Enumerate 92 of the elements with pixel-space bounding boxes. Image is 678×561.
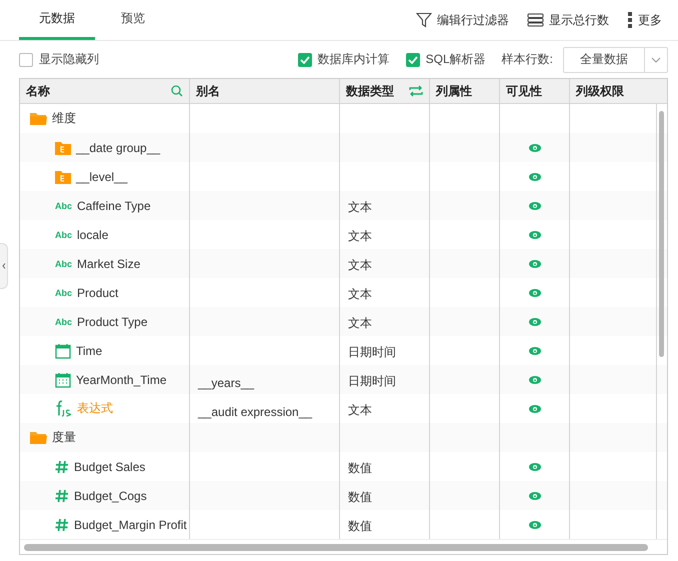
hierarchy-icon (55, 169, 71, 184)
table-row[interactable]: Budget_Cogs 数值 (20, 481, 667, 510)
sample-rows-dropdown[interactable]: 全量数据 (563, 46, 668, 72)
more-icon (627, 12, 633, 28)
field-name: YearMonth_Time (76, 372, 166, 386)
column-title: 列级权限 (576, 82, 624, 100)
data-type-text: 文本 (348, 228, 372, 245)
toolbar-button[interactable]: 编辑行过滤器 (416, 12, 509, 28)
alias-text: __years__ (198, 374, 254, 390)
chevron-left-icon (2, 263, 6, 269)
field-name: Caffeine Type (77, 198, 151, 212)
column-title: 名称 (26, 82, 50, 100)
vertical-scrollbar[interactable] (659, 111, 664, 357)
data-type-text: 文本 (348, 286, 372, 303)
field-name: Budget_Cogs (74, 488, 147, 502)
data-type-text: 数值 (348, 518, 372, 535)
field-name: 表达式 (77, 400, 113, 417)
field-name: Budget_Margin Profit (74, 518, 187, 532)
hash-icon (55, 460, 69, 474)
field-name: 度量 (52, 429, 76, 446)
sql-parser-checkbox[interactable] (406, 52, 420, 66)
table-row[interactable]: Abc Market Size 文本 (20, 249, 667, 278)
rows-icon (527, 13, 544, 27)
hash-icon (55, 488, 69, 502)
table-row[interactable]: 度量 (20, 423, 667, 452)
data-type-text: 数值 (348, 489, 372, 506)
eye-icon[interactable] (528, 376, 540, 384)
checkbox-label: SQL解析器 (426, 51, 486, 68)
table-row[interactable]: Abc Caffeine Type 文本 (20, 191, 667, 220)
data-type-text: 文本 (348, 199, 372, 216)
toolbar-button[interactable]: 显示总行数 (527, 12, 609, 28)
data-type-text: 日期时间 (348, 344, 396, 361)
folder-icon (30, 112, 47, 125)
tab[interactable]: 元数据 (19, 0, 95, 40)
eye-icon[interactable] (528, 288, 540, 296)
swap-icon[interactable] (409, 85, 423, 97)
eye-icon[interactable] (528, 520, 540, 528)
field-name: 维度 (52, 110, 76, 127)
hash-icon (55, 518, 69, 532)
column-title: 数据类型 (346, 82, 394, 100)
eye-icon[interactable] (528, 346, 540, 354)
tab[interactable]: 预览 (95, 0, 171, 40)
data-type-text: 文本 (348, 315, 372, 332)
collapse-panel-button[interactable] (0, 243, 8, 289)
field-name: locale (77, 228, 108, 242)
text-type-label: Abc (55, 288, 72, 298)
chevron-down-icon (651, 56, 661, 62)
field-name: Time (76, 344, 102, 358)
field-name: Market Size (77, 256, 140, 270)
eye-icon[interactable] (528, 230, 540, 238)
field-name: __date group__ (76, 140, 160, 154)
eye-icon[interactable] (528, 492, 540, 500)
folder-icon (30, 431, 47, 444)
calendar-icon (55, 342, 71, 358)
eye-icon[interactable] (528, 462, 540, 470)
alias-text: __audit expression__ (198, 404, 312, 418)
column-title: 别名 (196, 82, 220, 100)
data-type-text: 文本 (348, 402, 372, 419)
horizontal-scrollbar[interactable] (24, 544, 648, 550)
field-name: Product (77, 286, 118, 300)
checkbox-label: 显示隐藏列 (39, 51, 99, 68)
table-row[interactable]: __date group__ (20, 133, 667, 162)
eye-icon[interactable] (528, 172, 540, 180)
filter-icon (416, 12, 432, 28)
toolbar-button[interactable]: 更多 (627, 12, 662, 28)
data-type-text: 日期时间 (348, 373, 396, 390)
eye-icon[interactable] (528, 318, 540, 326)
eye-icon[interactable] (528, 144, 540, 152)
function-icon (55, 400, 72, 417)
table-row[interactable]: Abc Product Type 文本 (20, 307, 667, 336)
eye-icon[interactable] (528, 260, 540, 268)
text-type-label: Abc (55, 200, 72, 210)
show-hidden-checkbox[interactable] (19, 52, 33, 66)
text-type-label: Abc (55, 230, 72, 240)
field-name: Product Type (77, 314, 148, 328)
sample-rows-label: 样本行数: (502, 51, 553, 68)
search-icon[interactable] (171, 85, 183, 97)
table-row[interactable]: YearMonth_Time __years__ 日期时间 (20, 365, 667, 394)
text-type-label: Abc (55, 316, 72, 326)
eye-icon[interactable] (528, 404, 540, 412)
column-title: 可见性 (506, 82, 542, 100)
eye-icon[interactable] (528, 202, 540, 210)
field-name: __level__ (76, 170, 128, 184)
data-type-text: 文本 (348, 257, 372, 274)
field-name: Budget Sales (74, 460, 146, 474)
hierarchy-icon (55, 140, 71, 155)
in-database-checkbox[interactable] (298, 52, 312, 66)
checkbox-label: 数据库内计算 (318, 51, 390, 68)
data-type-text: 数值 (348, 460, 372, 477)
text-type-label: Abc (55, 258, 72, 268)
column-title: 列属性 (436, 82, 472, 100)
calendar-icon (55, 372, 71, 388)
